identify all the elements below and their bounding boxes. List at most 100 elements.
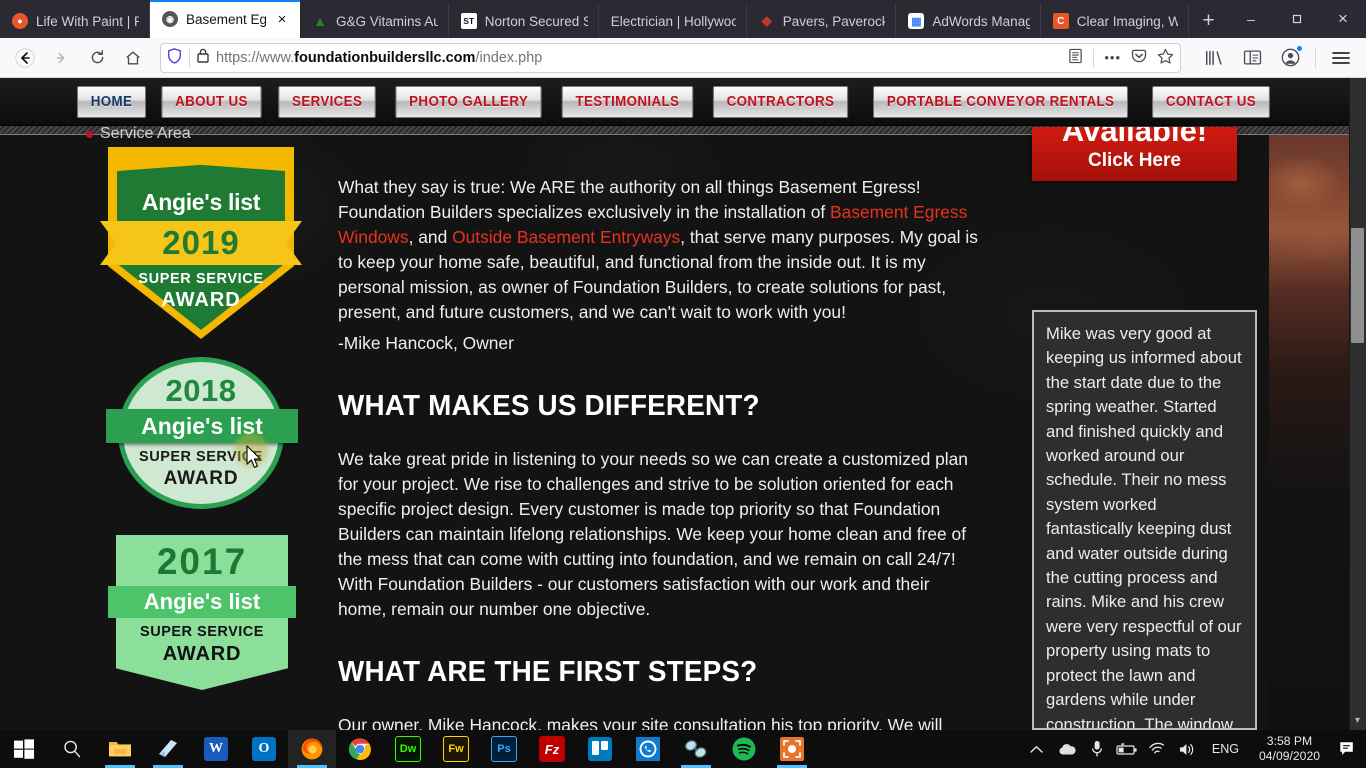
- microphone-tray-icon[interactable]: [1082, 730, 1112, 768]
- start-button[interactable]: [0, 730, 48, 768]
- taskbar-app-capture[interactable]: [768, 730, 816, 768]
- browser-tab[interactable]: ◆ Pavers, Paverock: [747, 4, 897, 38]
- browser-tab[interactable]: C Clear Imaging, W: [1041, 4, 1189, 38]
- taskbar-app-microsoft-outlook[interactable]: O: [240, 730, 288, 768]
- close-window-button[interactable]: ×: [1320, 0, 1366, 38]
- badge-brand: Angie's list: [141, 189, 261, 215]
- hamburger-menu-icon[interactable]: [1324, 41, 1358, 75]
- language-indicator[interactable]: ENG: [1202, 742, 1249, 756]
- taskbar-clock[interactable]: 3:58 PM 04/09/2020: [1249, 730, 1330, 768]
- taskbar-app-filezilla[interactable]: Fz: [528, 730, 576, 768]
- page-actions-icon[interactable]: •••: [1104, 50, 1121, 65]
- outlook-icon: O: [252, 737, 276, 761]
- browser-tab[interactable]: Electrician | Hollywoo: [599, 4, 747, 38]
- taskbar-app-teamviewer[interactable]: [672, 730, 720, 768]
- availability-banner[interactable]: Available! Click Here: [1032, 127, 1237, 181]
- nav-item-services[interactable]: SERVICES: [278, 85, 377, 118]
- page-content: Service Area Angie's list 2019 SUPER SER…: [0, 125, 1349, 730]
- browser-tab[interactable]: ▦ AdWords Manag: [896, 4, 1041, 38]
- tracking-protection-icon[interactable]: [167, 47, 182, 68]
- badge-brand: Angie's list: [143, 589, 261, 614]
- badge-year: 2018: [165, 373, 237, 408]
- spotify-icon: [732, 737, 756, 761]
- teamviewer-icon: [685, 740, 707, 758]
- taskbar-app-microsoft-word[interactable]: W: [192, 730, 240, 768]
- taskbar-search-button[interactable]: [48, 730, 96, 768]
- file-explorer-icon: [109, 742, 131, 757]
- address-bar[interactable]: https://www.foundationbuildersllc.com/in…: [160, 42, 1181, 73]
- capture-icon: [780, 737, 804, 761]
- taskbar-app-spotify[interactable]: [720, 730, 768, 768]
- cloud-icon: [1059, 743, 1076, 754]
- volume-tray-icon[interactable]: [1172, 730, 1202, 768]
- wifi-tray-icon[interactable]: [1142, 730, 1172, 768]
- volume-icon: [1179, 743, 1194, 755]
- star-icon[interactable]: [1157, 48, 1174, 68]
- taskbar-app-whatsapp[interactable]: [624, 730, 672, 768]
- foundation-icon: ◉: [162, 11, 178, 27]
- close-tab-icon[interactable]: ×: [274, 11, 290, 28]
- taskbar-app-adobe-fireworks[interactable]: Fw: [432, 730, 480, 768]
- back-button[interactable]: [8, 41, 42, 75]
- store-icon: [159, 740, 177, 757]
- new-tab-button[interactable]: +: [1189, 4, 1228, 38]
- clock-time: 3:58 PM: [1266, 734, 1313, 748]
- firefox-icon: [301, 738, 323, 760]
- taskbar-app-microsoft-store[interactable]: [144, 730, 192, 768]
- angies-list-badge-2019: Angie's list 2019 SUPER SERVICE AWARD: [100, 147, 302, 339]
- action-center-button[interactable]: [1330, 730, 1364, 768]
- url-text: https://www.foundationbuildersllc.com/in…: [216, 49, 543, 66]
- sidebar-icon[interactable]: [1235, 41, 1269, 75]
- owner-signature: -Mike Hancock, Owner: [338, 333, 514, 353]
- testimonial-text: Mike was very good at keeping us informe…: [1046, 324, 1242, 730]
- maximize-button[interactable]: [1274, 0, 1320, 38]
- taskbar-app-google-chrome[interactable]: [336, 730, 384, 768]
- taskbar-app-adobe-dreamweaver[interactable]: Dw: [384, 730, 432, 768]
- pocket-icon[interactable]: [1131, 48, 1147, 67]
- nav-item-photo-gallery[interactable]: PHOTO GALLERY: [394, 85, 542, 118]
- nav-item-testimonials[interactable]: TESTIMONIALS: [561, 85, 693, 118]
- nav-item-portable-conveyor-rentals[interactable]: PORTABLE CONVEYOR RENTALS: [872, 85, 1128, 118]
- chevron-down-icon[interactable]: ▾: [1351, 714, 1364, 728]
- taskbar-app-firefox[interactable]: [288, 730, 336, 768]
- nav-item-contractors[interactable]: CONTRACTORS: [712, 85, 848, 118]
- onedrive-tray-icon[interactable]: [1052, 730, 1082, 768]
- nav-item-contact-us[interactable]: CONTACT US: [1151, 85, 1270, 118]
- diamond-icon: ◆: [761, 13, 772, 28]
- whatsapp-icon: [636, 737, 660, 761]
- browser-window: ● Life With Paint | P ◉ Basement Egr × ▲…: [0, 0, 1366, 768]
- page-scrollbar[interactable]: ▾: [1349, 78, 1366, 730]
- taskbar-app-adobe-photoshop[interactable]: Ps: [480, 730, 528, 768]
- reload-button[interactable]: [80, 41, 114, 75]
- browser-tab-active[interactable]: ◉ Basement Egr ×: [150, 0, 300, 38]
- angies-list-badge-2017: 2017 Angie's list SUPER SERVICE AWARD: [108, 535, 296, 690]
- minimize-button[interactable]: –: [1228, 0, 1274, 38]
- home-button[interactable]: [116, 41, 150, 75]
- browser-tab[interactable]: ST Norton Secured S: [449, 4, 599, 38]
- forward-button[interactable]: [44, 41, 78, 75]
- start-icon: [14, 739, 34, 759]
- account-icon[interactable]: [1273, 41, 1307, 75]
- nav-item-home[interactable]: HOME: [77, 85, 147, 118]
- tree-icon: ▲: [313, 13, 327, 29]
- badge-ribbon: Angie's list: [108, 586, 296, 618]
- clearimaging-icon: C: [1052, 13, 1069, 29]
- nav-item-about-us[interactable]: ABOUT US: [161, 85, 262, 118]
- badge-subtitle-2: AWARD: [161, 289, 241, 311]
- scrollbar-thumb[interactable]: [1351, 228, 1364, 343]
- show-hidden-icons-button[interactable]: [1022, 730, 1052, 768]
- search-icon: [64, 740, 81, 758]
- taskbar-app-file-explorer[interactable]: [96, 730, 144, 768]
- site-navigation: HOME ABOUT US SERVICES PHOTO GALLERY TES…: [0, 78, 1349, 126]
- taskbar-app-trello[interactable]: [576, 730, 624, 768]
- library-icon[interactable]: [1197, 41, 1231, 75]
- trello-icon: [588, 737, 612, 761]
- chrome-icon: [348, 738, 371, 761]
- link-outside-basement-entryways[interactable]: Outside Basement Entryways: [452, 227, 680, 247]
- browser-tab[interactable]: ▲ G&G Vitamins Au: [300, 4, 449, 38]
- intro-paragraph: What they say is true: We ARE the author…: [338, 175, 978, 325]
- browser-tab[interactable]: ● Life With Paint | P: [0, 4, 150, 38]
- reader-view-icon[interactable]: [1068, 48, 1083, 67]
- service-area-heading: Service Area: [86, 125, 191, 143]
- battery-tray-icon[interactable]: [1112, 730, 1142, 768]
